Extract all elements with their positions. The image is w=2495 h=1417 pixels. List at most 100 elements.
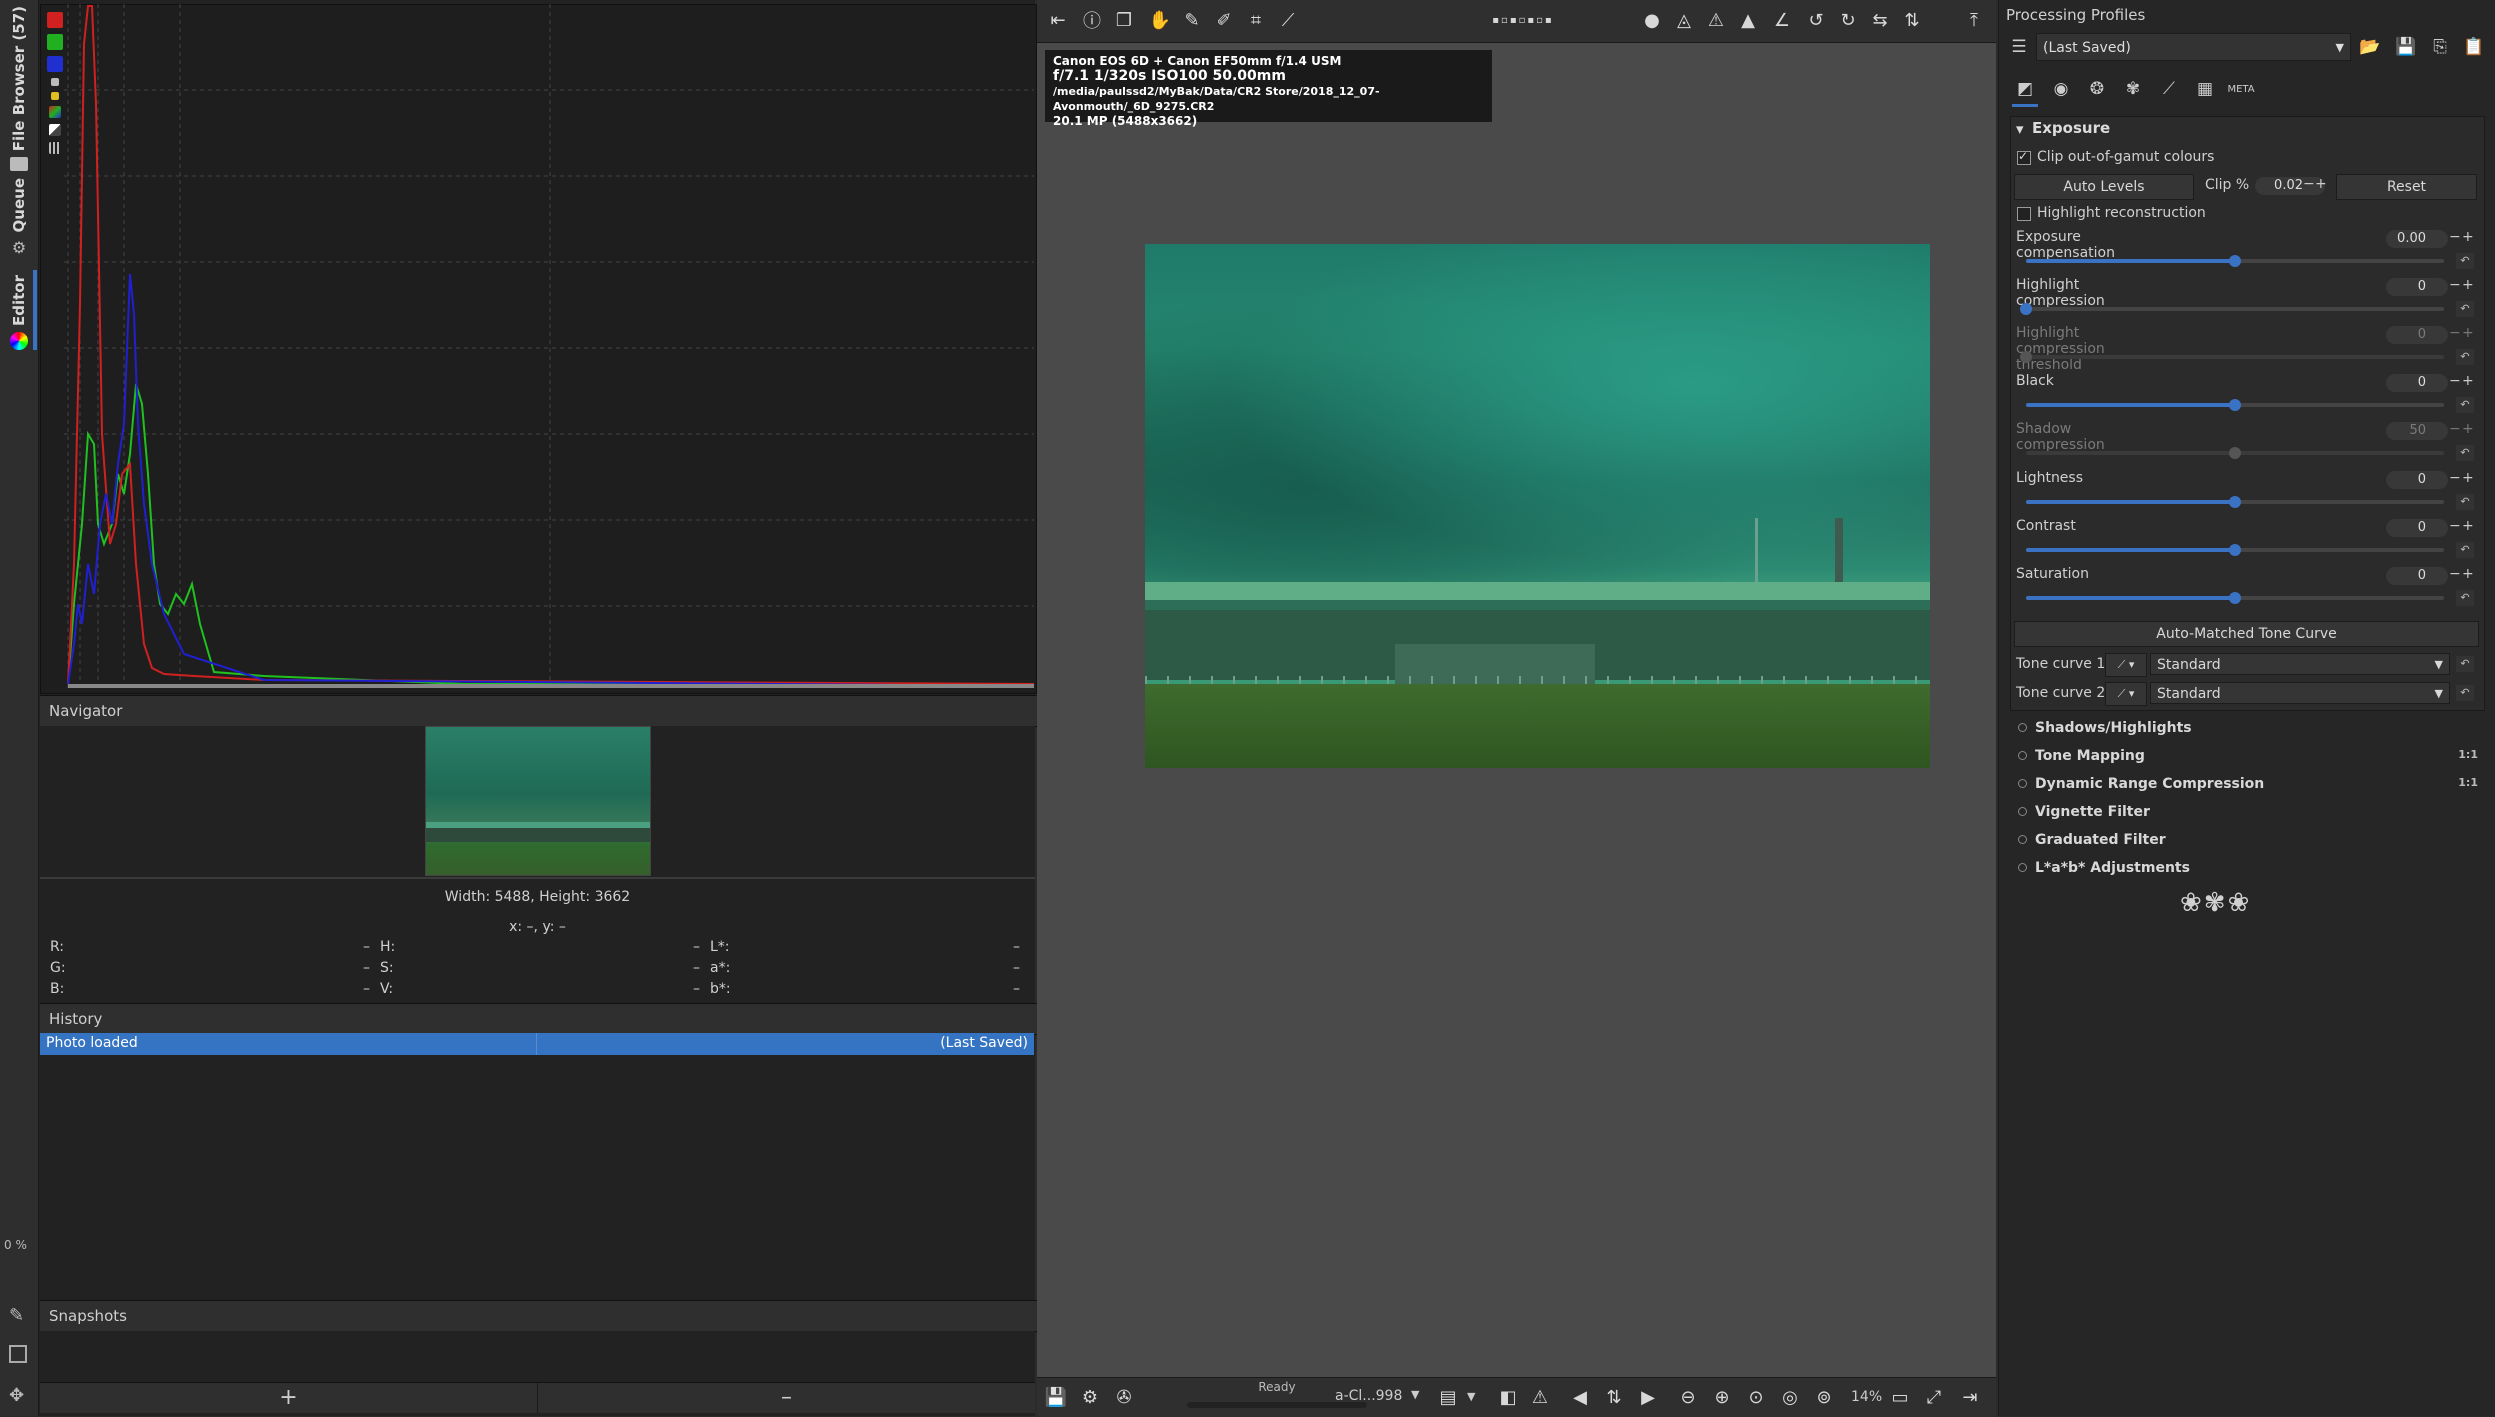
slider-value-input[interactable]: 0 xyxy=(2386,519,2448,537)
paste-profile-icon[interactable]: 📋 xyxy=(2461,34,2487,60)
previous-image-icon[interactable]: ◀ xyxy=(1565,1382,1595,1412)
copy-profile-icon[interactable]: ⎘ xyxy=(2427,34,2453,60)
slider-value-input[interactable]: 50 xyxy=(2386,422,2448,440)
flip-vertical-icon[interactable]: ⇅ xyxy=(1897,5,1927,35)
slider-value-input[interactable]: 0 xyxy=(2386,374,2448,392)
detail-tab-icon[interactable]: ◉ xyxy=(2048,76,2074,102)
slider-track[interactable] xyxy=(2026,355,2444,359)
channel-preview-icons[interactable]: ▪▫▪▫▪▫▪ xyxy=(1463,5,1583,35)
slider-plus-icon[interactable]: + xyxy=(2462,277,2474,293)
color-picker-icon[interactable]: ✐ xyxy=(1209,5,1239,35)
slider-knob[interactable] xyxy=(2229,447,2241,459)
collapsed-tool[interactable]: Graduated Filter xyxy=(2018,832,2478,848)
slider-track[interactable] xyxy=(2026,307,2444,311)
open-profile-icon[interactable]: 📂 xyxy=(2357,34,2383,60)
hide-right-panel-icon[interactable]: ⇥ xyxy=(1955,1382,1985,1412)
collapsed-tool[interactable]: Dynamic Range Compression 1:1 xyxy=(2018,776,2478,792)
slider-knob[interactable] xyxy=(2229,496,2241,508)
send-to-queue-icon[interactable]: ⚙ xyxy=(1075,1382,1105,1412)
save-profile-icon[interactable]: 💾 xyxy=(2393,34,2419,60)
tone-curve-1-type-select[interactable]: ⟋ ▾ xyxy=(2105,653,2147,677)
slider-reset-icon[interactable]: ↶ xyxy=(2456,301,2474,317)
sync-filmstrip-icon[interactable]: ⇅ xyxy=(1599,1382,1629,1412)
tone-curve-2-mode-select[interactable]: Standard ▼ xyxy=(2150,682,2450,704)
highlight-reconstruction-checkbox[interactable] xyxy=(2017,207,2031,221)
slider-knob[interactable] xyxy=(2020,303,2032,315)
auto-levels-button[interactable]: Auto Levels xyxy=(2014,174,2194,200)
gamut-check-icon[interactable]: ⚠ xyxy=(1525,1382,1555,1412)
tab-queue[interactable]: Queue ⚙ xyxy=(6,178,32,257)
add-snapshot-button[interactable]: + xyxy=(40,1383,538,1413)
focus-mask-icon[interactable]: ● xyxy=(1637,5,1667,35)
slider-minus-icon[interactable]: − xyxy=(2449,373,2461,389)
slider-plus-icon[interactable]: + xyxy=(2462,470,2474,486)
color-management-icon[interactable]: ▤ xyxy=(1433,1382,1463,1412)
slider-minus-icon[interactable]: − xyxy=(2449,229,2461,245)
slider-knob[interactable] xyxy=(2229,592,2241,604)
collapsed-tool[interactable]: Shadows/Highlights xyxy=(2018,720,2478,736)
slider-knob[interactable] xyxy=(2020,351,2032,363)
auto-matched-tone-curve-button[interactable]: Auto-Matched Tone Curve xyxy=(2014,621,2479,647)
slider-value-input[interactable]: 0 xyxy=(2386,567,2448,585)
slider-value-input[interactable]: 0 xyxy=(2386,471,2448,489)
save-image-icon[interactable]: 💾 xyxy=(1041,1382,1071,1412)
edit-pen-icon[interactable]: ✎ xyxy=(9,1305,24,1326)
hide-top-panel-icon[interactable]: ⤒ xyxy=(1959,5,1989,35)
slider-value-input[interactable]: 0 xyxy=(2386,326,2448,344)
slider-knob[interactable] xyxy=(2229,544,2241,556)
chevron-down-icon[interactable]: ▼ xyxy=(1467,1390,1475,1403)
rotate-right-icon[interactable]: ↻ xyxy=(1833,5,1863,35)
slider-plus-icon[interactable]: + xyxy=(2462,373,2474,389)
metadata-tab-icon[interactable]: META xyxy=(2227,76,2254,102)
exposure-title[interactable]: Exposure xyxy=(2032,119,2110,137)
exposure-expand-icon[interactable]: ▾ xyxy=(2016,120,2024,138)
slider-reset-icon[interactable]: ↶ xyxy=(2456,349,2474,365)
collapsed-tool[interactable]: Tone Mapping 1:1 xyxy=(2018,748,2478,764)
slider-minus-icon[interactable]: − xyxy=(2449,325,2461,341)
zoom-in-icon[interactable]: ⊕ xyxy=(1707,1382,1737,1412)
soft-proof-icon[interactable]: ◧ xyxy=(1493,1382,1523,1412)
curve-icon[interactable]: ∠ xyxy=(1767,5,1797,35)
slider-knob[interactable] xyxy=(2229,399,2241,411)
green-channel-toggle[interactable] xyxy=(47,34,63,50)
slider-reset-icon[interactable]: ↶ xyxy=(2456,397,2474,413)
crop-icon[interactable]: ⌗ xyxy=(1241,5,1271,35)
tone-curve-1-reset-icon[interactable]: ↶ xyxy=(2456,656,2474,672)
next-image-icon[interactable]: ▶ xyxy=(1633,1382,1663,1412)
slider-value-input[interactable]: 0 xyxy=(2386,278,2448,296)
slider-plus-icon[interactable]: + xyxy=(2462,518,2474,534)
transform-tab-icon[interactable]: ⟋ xyxy=(2156,76,2182,102)
slider-plus-icon[interactable]: + xyxy=(2462,229,2474,245)
zoom-100-icon[interactable]: ⊚ xyxy=(1809,1382,1839,1412)
blue-channel-toggle[interactable] xyxy=(47,56,63,72)
history-row[interactable]: Photo loaded (Last Saved) xyxy=(40,1033,1034,1055)
highlight-warning-icon[interactable]: ⚠ xyxy=(1701,5,1731,35)
reset-button[interactable]: Reset xyxy=(2336,174,2477,200)
advanced-tab-icon[interactable]: ✾ xyxy=(2120,76,2146,102)
zoom-fit-crop-icon[interactable]: ◎ xyxy=(1775,1382,1805,1412)
slider-minus-icon[interactable]: − xyxy=(2449,518,2461,534)
collapsed-tool[interactable]: L*a*b* Adjustments xyxy=(2018,860,2478,876)
bar-toggle[interactable] xyxy=(49,124,61,136)
navigator-thumbnail[interactable] xyxy=(425,726,651,876)
slider-reset-icon[interactable]: ↶ xyxy=(2456,445,2474,461)
slider-plus-icon[interactable]: + xyxy=(2462,421,2474,437)
straighten-icon[interactable]: ⟋ xyxy=(1273,5,1303,35)
list-icon[interactable]: ☰ xyxy=(2006,34,2032,60)
tone-curve-2-reset-icon[interactable]: ↶ xyxy=(2456,685,2474,701)
external-editor-icon[interactable]: ✇ xyxy=(1109,1382,1139,1412)
chevron-down-icon[interactable]: ▼ xyxy=(1411,1388,1419,1401)
info-icon[interactable]: ⓘ xyxy=(1077,5,1107,35)
clip-minus-icon[interactable]: − xyxy=(2303,176,2315,192)
rotate-left-icon[interactable]: ↺ xyxy=(1801,5,1831,35)
photo-preview[interactable] xyxy=(1145,244,1930,768)
hand-tool-icon[interactable]: ✋ xyxy=(1145,5,1175,35)
shadow-warning-icon[interactable]: ▲ xyxy=(1733,5,1763,35)
slider-minus-icon[interactable]: − xyxy=(2449,470,2461,486)
red-channel-toggle[interactable] xyxy=(47,12,63,28)
new-detail-window-icon[interactable]: ▭ xyxy=(1885,1382,1915,1412)
histogram-mode-toggle[interactable] xyxy=(49,142,61,154)
slider-reset-icon[interactable]: ↶ xyxy=(2456,253,2474,269)
slider-reset-icon[interactable]: ↶ xyxy=(2456,590,2474,606)
remove-snapshot-button[interactable]: – xyxy=(538,1383,1035,1413)
